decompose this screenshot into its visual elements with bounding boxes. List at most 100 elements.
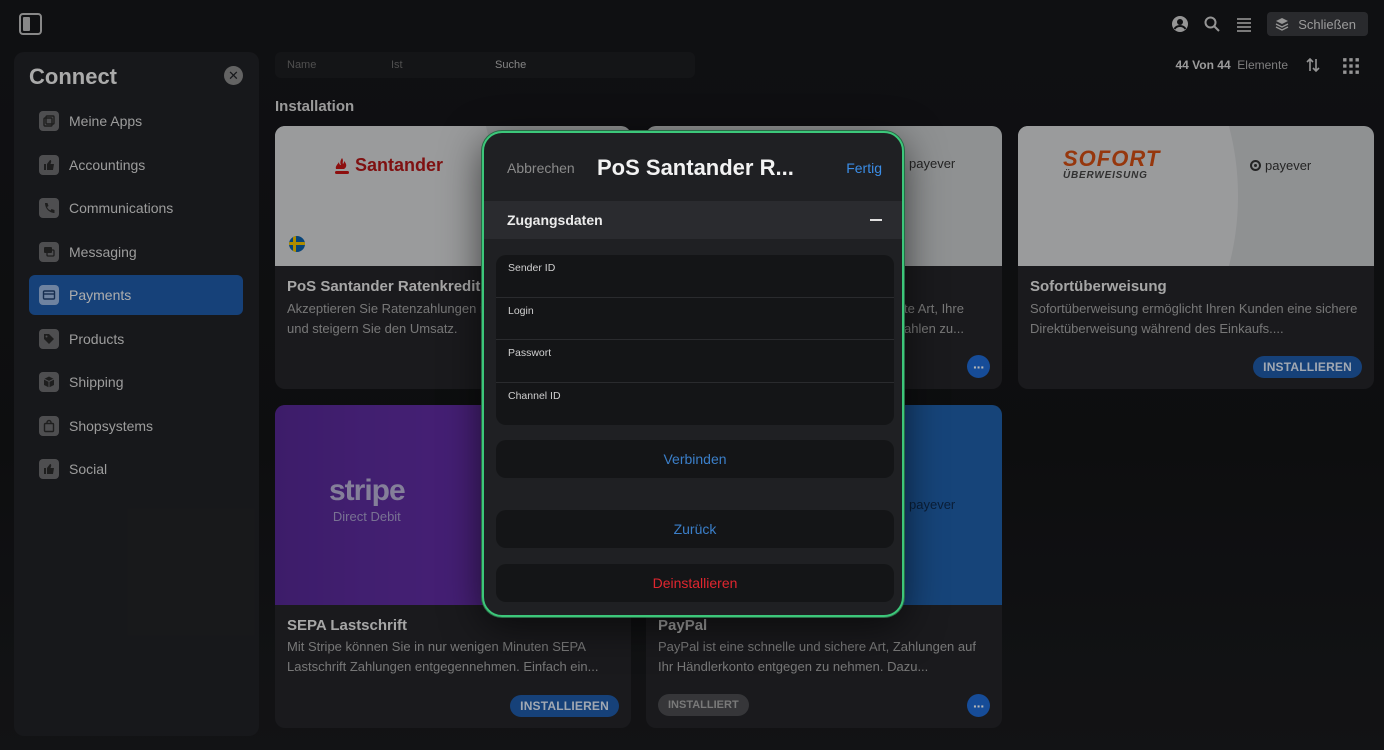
item-count-value: 44 Von 44 (1175, 58, 1231, 72)
card-description: Mit Stripe können Sie in nur wenigen Min… (287, 639, 599, 674)
sort-icon[interactable] (1304, 56, 1322, 74)
box-icon (39, 372, 59, 392)
collapse-icon[interactable] (870, 219, 882, 221)
payever-logo-text: payever (909, 497, 956, 512)
connect-button[interactable]: Verbinden (496, 440, 894, 478)
channel-id-field[interactable]: Channel ID (496, 383, 894, 426)
stripe-logo-text: stripe (329, 474, 406, 507)
card-description: Sofortüberweisung ermöglicht Ihren Kunde… (1030, 301, 1358, 336)
installed-badge[interactable]: INSTALLIERT (658, 694, 749, 716)
top-actions: Schließen (1171, 12, 1368, 36)
sidebar-item-label: Shipping (69, 374, 124, 390)
sofort-logo-bottom: ÜBERWEISUNG (1063, 170, 1148, 181)
menu-icon[interactable] (1235, 15, 1253, 33)
payever-logo-text: payever (1265, 158, 1312, 173)
shopping-bag-icon (39, 415, 59, 436)
tag-icon (39, 328, 59, 349)
app-root: Schließen Connect ✕ Meine Apps Accountin… (0, 0, 1384, 750)
install-button[interactable]: INSTALLIEREN (510, 695, 619, 717)
cancel-button[interactable]: Abbrechen (507, 160, 575, 176)
modal-title: PoS Santander R... (597, 155, 794, 180)
sender-id-input[interactable] (508, 277, 878, 293)
sidebar-item-label: Accountings (69, 156, 146, 173)
payever-icon (1250, 160, 1261, 171)
grid-view-icon[interactable] (1342, 57, 1360, 75)
sidebar-list: Meine Apps Accountings Communications Me… (29, 101, 243, 493)
card-description: PayPal ist eine schnelle und sichere Art… (658, 639, 976, 674)
app-card-sofort[interactable]: SOFORT ÜBERWEISUNG payever Sofortüberwei… (1018, 126, 1374, 389)
sidebar-item-shopsystems[interactable]: Shopsystems (29, 406, 243, 446)
close-app-label: Schließen (1298, 16, 1356, 32)
channel-id-input[interactable] (508, 404, 878, 421)
top-bar: Schließen (0, 0, 1384, 48)
filter-operator[interactable]: Ist (391, 59, 403, 71)
filter-column-name[interactable]: Name (287, 59, 316, 71)
sidebar-item-label: Meine Apps (69, 113, 143, 129)
item-count-label: Elemente (1237, 58, 1288, 72)
login-input[interactable] (508, 319, 878, 336)
thumbs-up-icon (39, 459, 59, 479)
message-icon (39, 241, 59, 262)
sidebar-item-shipping[interactable]: Shipping (29, 362, 243, 402)
section-title: Zugangsdaten (507, 212, 603, 228)
sidebar-toggle-icon[interactable] (19, 13, 42, 35)
search-bar[interactable]: Name Ist Suche (275, 52, 695, 78)
phone-icon (39, 198, 59, 218)
sofort-logo: SOFORT ÜBERWEISUNG (1063, 146, 1161, 182)
sidebar-item-label: Products (69, 330, 125, 347)
search-icon[interactable] (1203, 15, 1221, 33)
done-button[interactable]: Fertig (846, 160, 882, 176)
close-app-button[interactable]: Schließen (1267, 12, 1368, 36)
section-title: Installation (275, 98, 355, 115)
stripe-logo-subtext: Direct Debit (332, 509, 401, 524)
sweden-flag-icon (289, 236, 305, 252)
flame-icon (335, 157, 349, 174)
card-description: te Art, Ihre ahlen zu... (904, 301, 964, 336)
sidebar-item-label: Messaging (69, 243, 137, 260)
item-count: 44 Von 44 Elemente (1175, 58, 1288, 72)
connect-settings-modal: Abbrechen PoS Santander R... Fertig Zuga… (482, 131, 904, 617)
sidebar-item-label: Payments (69, 287, 132, 303)
layers-icon (1275, 17, 1289, 31)
sidebar-item-communications[interactable]: Communications (29, 188, 243, 228)
sidebar-item-label: Communications (69, 200, 174, 216)
sidebar-item-messaging[interactable]: Messaging (29, 232, 243, 272)
field-label: Passwort (508, 347, 552, 359)
sidebar-item-social[interactable]: Social (29, 449, 243, 489)
credentials-section-header[interactable]: Zugangsdaten (484, 201, 902, 239)
sofort-logo-top: SOFORT (1063, 146, 1161, 171)
search-input[interactable]: Suche (495, 59, 526, 71)
santander-logo-text: Santander (355, 155, 444, 175)
sidebar: Connect ✕ Meine Apps Accountings Communi… (14, 52, 259, 736)
credit-card-icon (39, 285, 59, 305)
install-button[interactable]: INSTALLIEREN (1253, 356, 1362, 378)
card-title: SEPA Lastschrift (287, 617, 408, 634)
sidebar-close-icon[interactable]: ✕ (224, 66, 243, 85)
sender-id-field[interactable]: Sender ID (496, 255, 894, 298)
password-field[interactable]: Passwort (496, 340, 894, 383)
modal-header: Abbrechen PoS Santander R... Fertig (484, 133, 902, 201)
card-title: PayPal (658, 617, 708, 634)
stripe-logo: stripe Direct Debit (329, 474, 406, 525)
uninstall-button[interactable]: Deinstallieren (496, 564, 894, 602)
sidebar-title: Connect (29, 64, 117, 89)
apps-icon (39, 111, 59, 131)
field-label: Sender ID (508, 262, 556, 274)
sidebar-item-products[interactable]: Products (29, 319, 243, 359)
password-input[interactable] (508, 362, 878, 378)
sidebar-item-payments[interactable]: Payments (29, 275, 243, 315)
sidebar-item-label: Social (69, 461, 108, 477)
field-label: Login (508, 304, 534, 317)
login-field[interactable]: Login (496, 298, 894, 340)
more-options-icon[interactable]: ··· (967, 355, 990, 378)
sidebar-item-accountings[interactable]: Accountings (29, 145, 243, 185)
card-image: SOFORT ÜBERWEISUNG payever (1018, 126, 1374, 266)
card-title: Sofortüberweisung (1030, 278, 1167, 295)
back-button[interactable]: Zurück (496, 510, 894, 548)
payever-logo: payever (1250, 158, 1311, 173)
santander-logo: Santander (333, 155, 443, 176)
more-options-icon[interactable]: ··· (967, 694, 990, 717)
sidebar-item-meine-apps[interactable]: Meine Apps (29, 101, 243, 141)
account-icon[interactable] (1171, 15, 1189, 33)
credentials-form: Sender ID Login Passwort Channel ID (496, 255, 894, 425)
